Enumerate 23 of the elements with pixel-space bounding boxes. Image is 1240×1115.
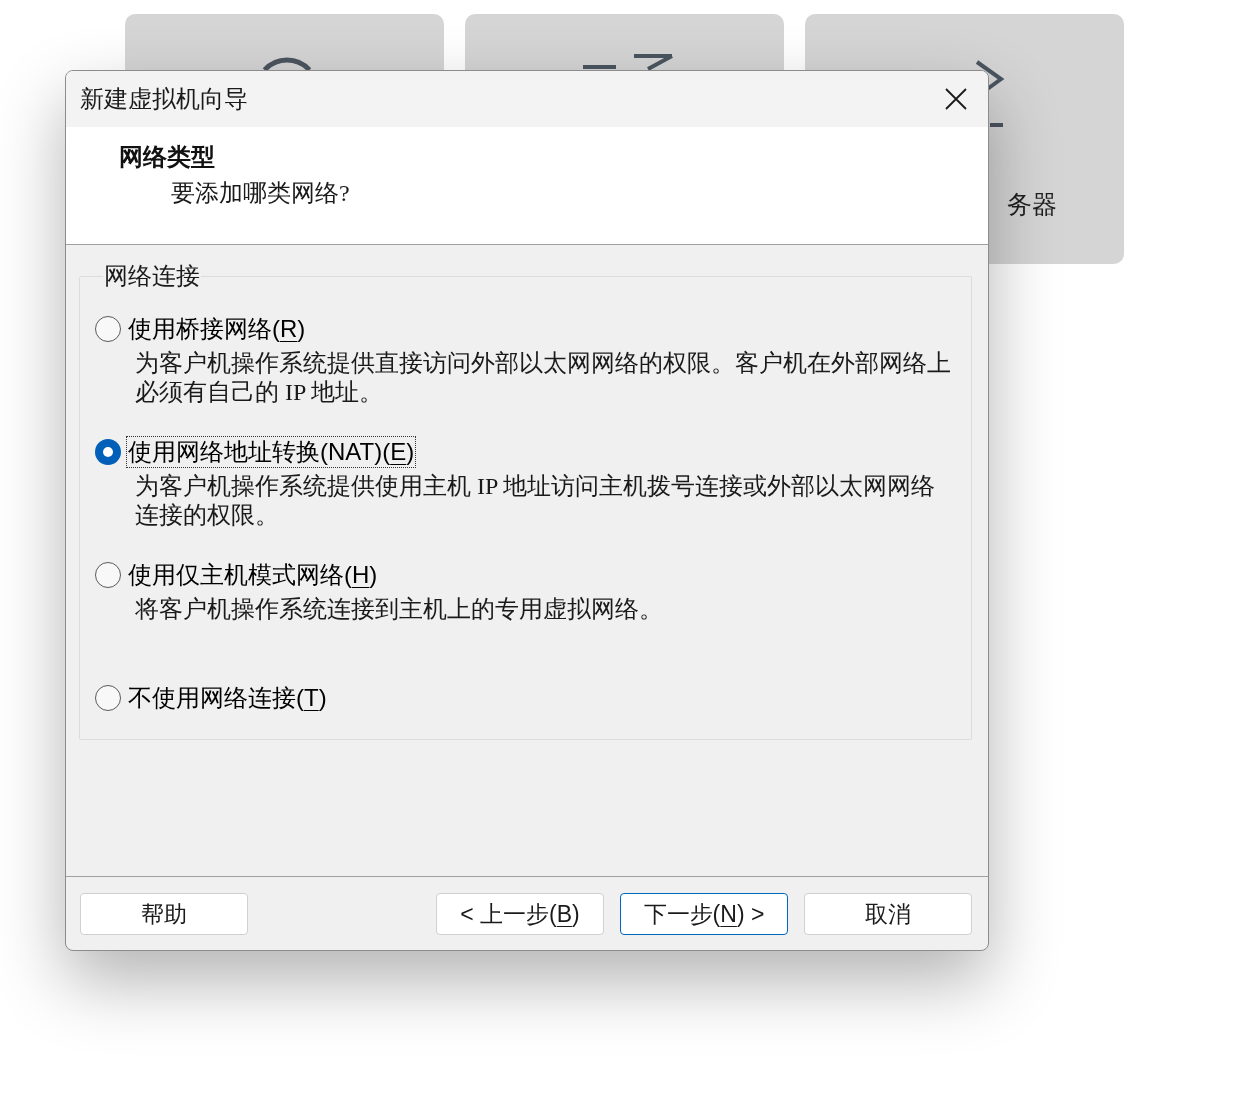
- tile-label: 务器: [1007, 189, 1057, 220]
- page-heading: 网络类型: [119, 143, 215, 172]
- page-subtitle: 要添加哪类网络?: [171, 179, 350, 208]
- close-icon: [945, 88, 967, 110]
- close-button[interactable]: [945, 88, 967, 110]
- radio-button[interactable]: [95, 562, 121, 588]
- radio-label[interactable]: 使用仅主机模式网络(H): [126, 559, 380, 591]
- dialog-button[interactable]: 下一步(N) >: [620, 893, 788, 935]
- dialog-button[interactable]: < 上一步(B): [436, 893, 604, 935]
- radio-label[interactable]: 使用桥接网络(R): [126, 313, 308, 345]
- dialog-button[interactable]: 取消: [804, 893, 972, 935]
- radio-label[interactable]: 不使用网络连接(T): [126, 682, 329, 714]
- arrow-icon: [581, 53, 675, 70]
- option-description: 将客户机操作系统连接到主机上的专用虚拟网络。: [135, 595, 664, 624]
- radio-button[interactable]: [95, 439, 121, 465]
- option-description: 为客户机操作系统提供使用主机 IP 地址访问主机拨号连接或外部以太网网络连接的权限。: [135, 472, 937, 530]
- group-legend: 网络连接: [103, 259, 201, 293]
- radio-label[interactable]: 使用网络地址转换(NAT)(E): [126, 436, 417, 468]
- option-description: 为客户机操作系统提供直接访问外部以太网网络的权限。客户机在外部网络上必须有自己的 IP 地址。: [135, 349, 952, 407]
- window-title: 新建虚拟机向导: [80, 84, 248, 114]
- radio-button[interactable]: [95, 316, 121, 342]
- radio-button[interactable]: [95, 685, 121, 711]
- dialog-button[interactable]: 帮助: [80, 893, 248, 935]
